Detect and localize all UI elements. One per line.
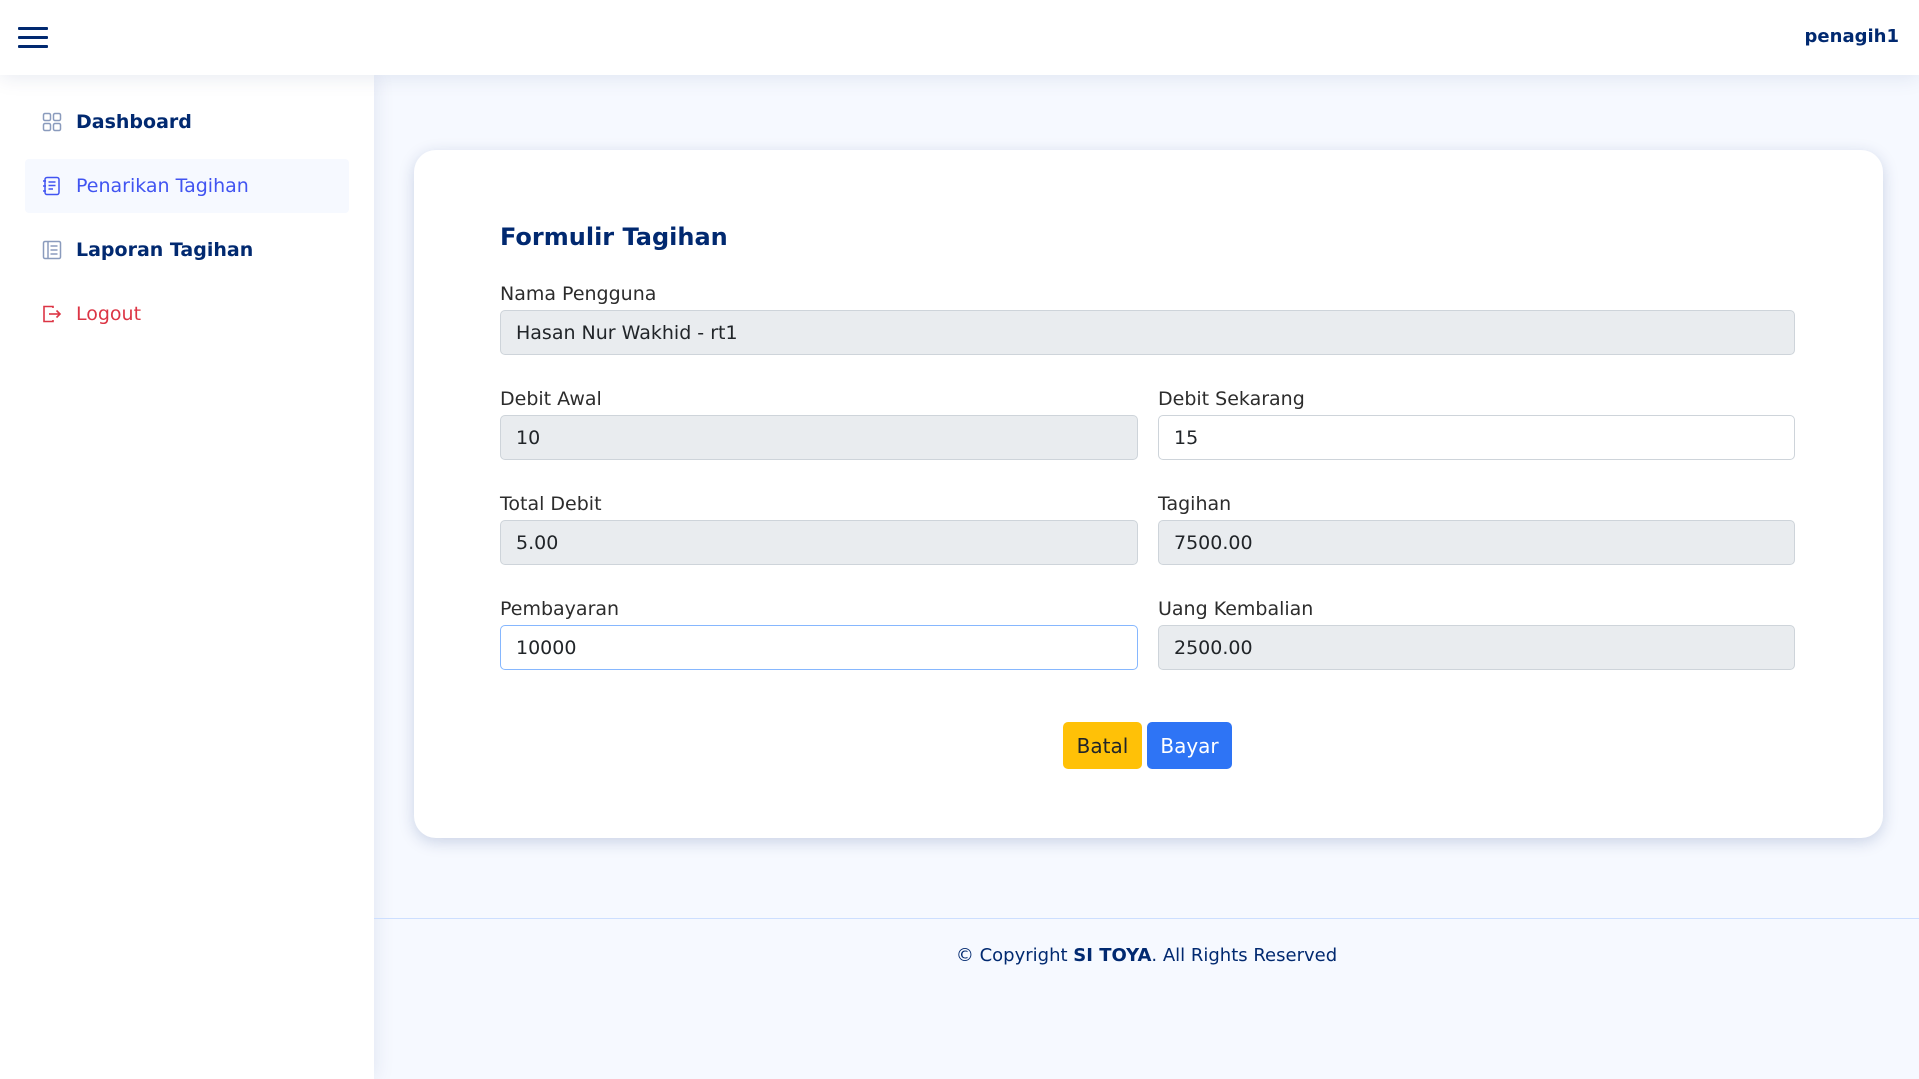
footer-divider <box>374 918 1919 919</box>
sidebar-item-logout[interactable]: Logout <box>25 287 349 341</box>
cancel-button[interactable]: Batal <box>1063 722 1142 769</box>
tagihan-field[interactable] <box>1158 520 1795 565</box>
copyright-prefix: © Copyright <box>955 945 1074 966</box>
uang-kembalian-label: Uang Kembalian <box>1158 598 1314 620</box>
sidebar-item-laporan-tagihan[interactable]: Laporan Tagihan <box>25 223 349 277</box>
sidebar-item-dashboard[interactable]: Dashboard <box>25 95 349 149</box>
tagihan-label: Tagihan <box>1158 493 1232 515</box>
debit-awal-label: Debit Awal <box>500 388 602 410</box>
total-debit-label: Total Debit <box>500 493 602 515</box>
header: penagih1 <box>0 0 1919 75</box>
grid-icon <box>42 112 62 132</box>
total-debit-field[interactable] <box>500 520 1138 565</box>
footer-copyright: © Copyright SI TOYA. All Rights Reserved <box>374 945 1919 966</box>
user-name[interactable]: penagih1 <box>1805 26 1899 47</box>
sidebar: Dashboard Penarikan Tagihan Laporan Tagi… <box>0 75 374 1079</box>
debit-sekarang-field[interactable] <box>1158 415 1795 460</box>
uang-kembalian-field[interactable] <box>1158 625 1795 670</box>
nama-pengguna-field[interactable] <box>500 310 1795 355</box>
form-title: Formulir Tagihan <box>500 223 728 251</box>
list-icon <box>42 240 62 260</box>
logout-icon <box>43 305 62 323</box>
journal-icon <box>43 176 60 196</box>
brand-name: SI TOYA <box>1073 945 1152 966</box>
pembayaran-label: Pembayaran <box>500 598 620 620</box>
copyright-suffix: . All Rights Reserved <box>1151 945 1338 966</box>
pay-button[interactable]: Bayar <box>1147 722 1232 769</box>
debit-sekarang-label: Debit Sekarang <box>1158 388 1305 410</box>
pembayaran-field[interactable] <box>500 625 1138 670</box>
sidebar-item-label: Dashboard <box>76 111 192 133</box>
sidebar-item-label: Penarikan Tagihan <box>76 175 249 197</box>
sidebar-item-penarikan-tagihan[interactable]: Penarikan Tagihan <box>25 159 349 213</box>
debit-awal-field[interactable] <box>500 415 1138 460</box>
billing-form-card: Formulir Tagihan Nama Pengguna Debit Awa… <box>414 150 1883 838</box>
menu-toggle-icon[interactable] <box>18 25 48 49</box>
main-content: Formulir Tagihan Nama Pengguna Debit Awa… <box>374 75 1919 1079</box>
nama-pengguna-label: Nama Pengguna <box>500 283 657 305</box>
sidebar-item-label: Laporan Tagihan <box>76 239 254 261</box>
sidebar-item-label: Logout <box>76 303 142 325</box>
